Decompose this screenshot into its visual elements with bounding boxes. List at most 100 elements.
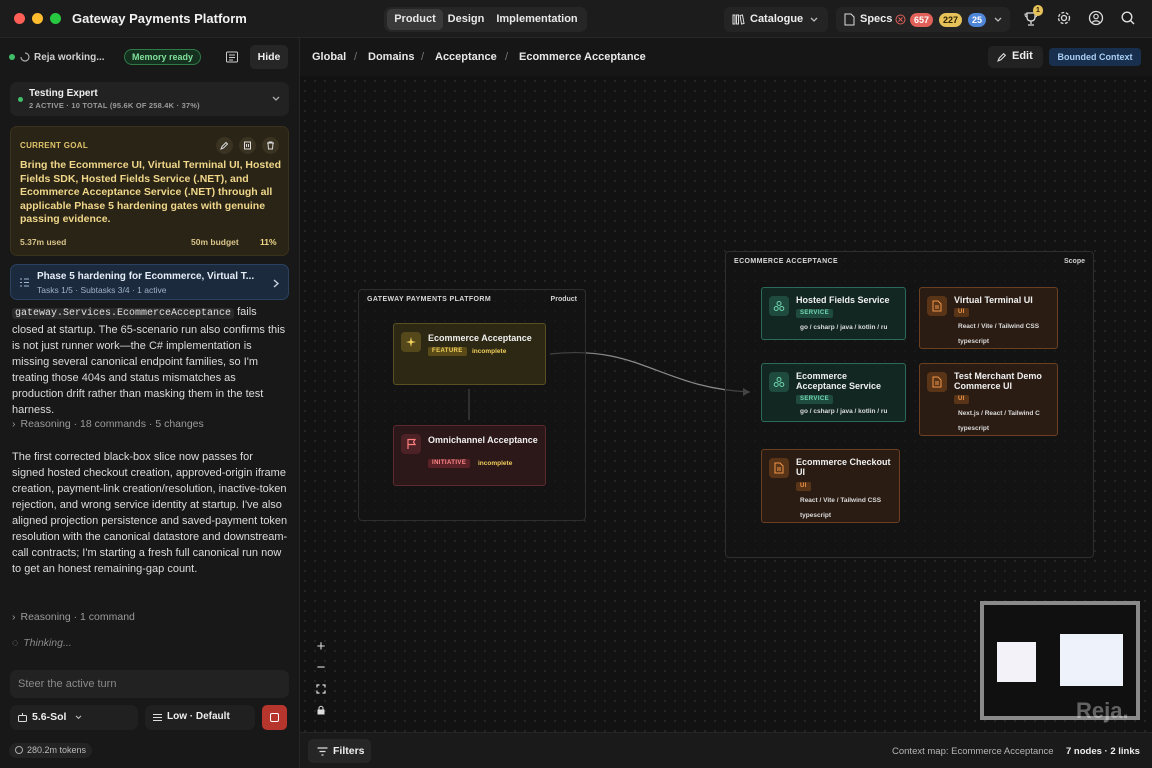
chevron-down-icon [75,715,82,720]
node-language: typescript [800,512,832,519]
achievements-button[interactable]: 1 [1022,5,1043,28]
title-bar: Gateway Payments Platform Product Design… [0,0,1152,38]
breadcrumb-global[interactable]: Global [312,51,346,63]
lock-button[interactable] [311,700,331,720]
reasoning-2-label: Reasoning · 1 command [20,611,135,623]
zoom-in-button[interactable]: + [311,637,331,657]
node-ecommerce-acceptance[interactable]: Ecommerce Acceptance FEATURE incomplete [393,323,546,385]
breadcrumb: Global / Domains / Acceptance / Ecommerc… [300,38,1152,76]
document-icon [844,13,855,26]
file-icon [769,458,789,478]
sparkle-icon [401,332,421,352]
node-tech-stack: go / csharp / java / kotlin / ru [800,324,888,331]
breadcrumb-domains[interactable]: Domains [368,51,414,63]
file-icon [927,372,947,392]
node-title: Ecommerce Acceptance [428,333,532,343]
stop-button[interactable] [262,705,287,730]
hide-label: Hide [257,51,281,63]
search-icon [1121,11,1135,25]
zoom-controls: + − [311,637,331,723]
node-status: incomplete [472,348,507,355]
archive-goal-button[interactable] [239,137,256,154]
inline-code: gateway.Services.EcommerceAcceptance [12,308,235,319]
group-title: GATEWAY PAYMENTS PLATFORM [367,296,492,303]
edit-goal-button[interactable] [216,137,233,154]
service-icon [769,372,789,392]
specs-button[interactable]: Specs 657 227 25 [836,7,1010,32]
effort-selector[interactable]: Low · Default [145,705,255,730]
agent-name: Testing Expert [29,88,98,99]
history-icon[interactable] [225,50,239,64]
effort-label: Low · Default [167,711,230,722]
search-button[interactable] [1120,10,1138,28]
context-map-canvas[interactable]: GATEWAY PAYMENTS PLATFORM Product ECOMME… [300,76,1152,732]
message-1-text: fails closed at startup. The 65-scenario… [12,306,286,416]
group-tag: Scope [1063,258,1085,265]
node-title: Test Merchant Demo Commerce UI [954,371,1042,391]
agent-stats: 2 ACTIVE · 10 TOTAL (95.6K OF 258.4K · 3… [29,101,200,110]
filters-label: Filters [333,745,365,757]
goal-budget: 50m budget [191,237,239,247]
breadcrumb-acceptance[interactable]: Acceptance [435,51,497,63]
close-window-button[interactable] [14,13,25,24]
memory-badge: Memory ready [124,49,202,65]
node-ecommerce-acceptance-service[interactable]: Ecommerce Acceptance Service SERVICE go … [761,363,906,422]
node-type-chip: UI [954,308,969,317]
fit-view-button[interactable] [311,679,331,699]
sliders-icon [153,714,162,721]
node-ecommerce-checkout-ui[interactable]: Ecommerce Checkout UI UI React / Vite / … [761,449,900,523]
node-hosted-fields-service[interactable]: Hosted Fields Service SERVICE go / cshar… [761,287,906,340]
assistant-message-2: The first corrected black-box slice now … [12,451,288,575]
node-omnichannel-acceptance[interactable]: Omnichannel Acceptance INITIATIVE incomp… [393,425,546,486]
edit-button[interactable]: Edit [988,46,1043,68]
maximize-window-button[interactable] [50,13,61,24]
hide-button[interactable]: Hide [250,45,288,69]
app-title: Gateway Payments Platform [72,11,247,26]
token-label: 280.2m tokens [27,745,87,755]
node-test-merchant-ui[interactable]: Test Merchant Demo Commerce UI UI Next.j… [919,363,1058,436]
tab-product[interactable]: Product [387,9,443,30]
minimize-window-button[interactable] [32,13,43,24]
delete-goal-button[interactable] [262,137,279,154]
robot-icon [18,713,27,722]
steer-input[interactable]: Steer the active turn [10,670,289,698]
thinking-indicator: ◌ Thinking... [12,637,72,649]
goal-text: Bring the Ecommerce UI, Virtual Terminal… [20,159,282,225]
spec-warning-count: 227 [939,13,963,27]
model-selector[interactable]: 5.6-Sol [10,705,138,730]
tab-design[interactable]: Design [444,9,488,30]
catalogue-button[interactable]: Catalogue [724,7,828,32]
status-row: Reja working... Memory ready Hide [0,38,300,76]
lock-icon [317,705,325,715]
task-title: Phase 5 hardening for Ecommerce, Virtual… [37,271,255,282]
account-button[interactable] [1088,10,1106,28]
settings-button[interactable] [1056,10,1074,28]
status-dot [9,54,15,60]
node-virtual-terminal-ui[interactable]: Virtual Terminal UI UI React / Vite / Ta… [919,287,1058,349]
chevron-right-icon: › [12,611,16,623]
gear-icon [1057,11,1071,25]
goal-percent: 11% [260,237,277,247]
node-tech-stack: Next.js / React / Tailwind C [958,410,1040,417]
bounded-context-label: Bounded Context [1057,52,1133,62]
agent-selector[interactable]: Testing Expert 2 ACTIVE · 10 TOTAL (95.6… [10,82,289,116]
task-sub: Tasks 1/5 · Subtasks 3/4 · 1 active [37,285,167,295]
filters-button[interactable]: Filters [308,739,371,763]
current-goal-card: CURRENT GOAL Bring the Ecommerce UI, Vir… [10,126,289,256]
node-tech-stack: React / Vite / Tailwind CSS [958,323,1040,330]
spec-error-count: 657 [910,13,934,27]
reasoning-toggle-1[interactable]: › Reasoning · 18 commands · 5 changes [12,418,204,430]
node-title: Ecommerce Checkout UI [796,457,891,477]
tab-implementation[interactable]: Implementation [490,9,584,30]
node-language: typescript [958,425,990,432]
zoom-out-button[interactable]: − [311,658,331,678]
context-map-label: Context map: Ecommerce Acceptance [892,746,1054,757]
reasoning-toggle-2[interactable]: › Reasoning · 1 command [12,611,135,623]
error-icon [895,14,906,25]
task-card[interactable]: Phase 5 hardening for Ecommerce, Virtual… [10,264,289,300]
library-icon [732,14,745,25]
model-label: 5.6-Sol [32,711,67,723]
map-counts: 7 nodes · 2 links [1066,746,1140,757]
stop-icon [270,713,279,722]
memory-badge-label: Memory ready [132,52,194,62]
